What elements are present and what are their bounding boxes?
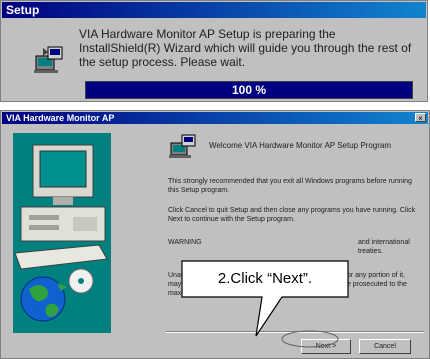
installer-icon bbox=[34, 46, 63, 73]
wizard-title-bar: VIA Hardware Monitor AP bbox=[2, 112, 428, 124]
cancel-instruction-text: Click Cancel to quit Setup and then clos… bbox=[168, 207, 416, 223]
warning-text-end: and international treaties. bbox=[358, 239, 410, 255]
progress-percent: 100 % bbox=[231, 83, 267, 97]
welcome-heading: Welcome VIA Hardware Monitor AP Setup Pr… bbox=[209, 141, 392, 150]
setup-title-bar: Setup bbox=[2, 2, 426, 18]
callout-text: 2.Click “Next”. bbox=[217, 270, 313, 287]
close-button[interactable]: × bbox=[415, 113, 426, 123]
setup-progress-bar: 100 % bbox=[85, 81, 413, 99]
setup-dialog: Setup VIA Hardware Monitor AP Setup is p… bbox=[0, 0, 428, 102]
separator bbox=[166, 331, 424, 333]
wizard-side-illustration bbox=[13, 133, 111, 333]
setup-message: VIA Hardware Monitor AP Setup is prepari… bbox=[79, 27, 412, 69]
computer-globe-illustration bbox=[14, 144, 108, 322]
cancel-button[interactable]: Cancel bbox=[359, 339, 411, 354]
warning-text: WARNING bbox=[168, 239, 202, 246]
recommendation-text: This strongly recommended that you exit … bbox=[168, 178, 412, 194]
installer-icon bbox=[169, 134, 196, 158]
next-button[interactable]: Next > bbox=[301, 339, 351, 354]
wizard-dialog: VIA Hardware Monitor AP × Welcome VIA Ha… bbox=[0, 110, 430, 359]
